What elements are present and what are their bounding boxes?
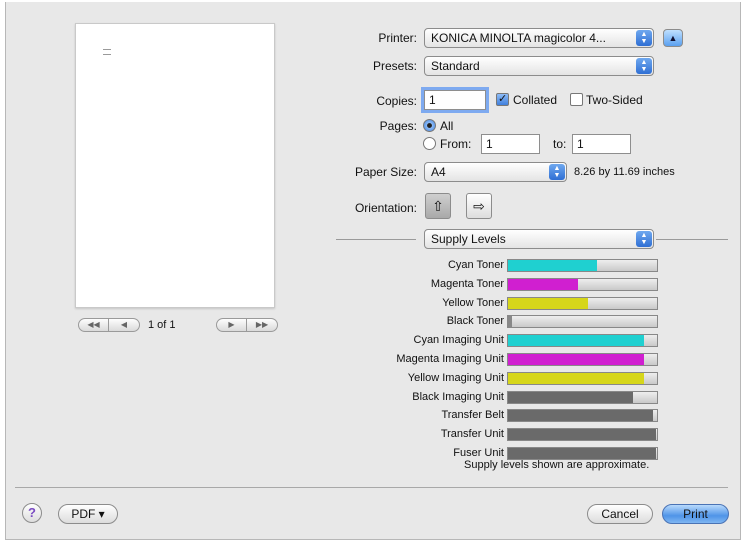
printer-popup[interactable]: KONICA MINOLTA magicolor 4... ▲ ▼ — [424, 28, 654, 48]
collated-label: Collated — [513, 93, 558, 107]
print-preview — [75, 23, 275, 308]
paper-size-label: Paper Size: — [354, 165, 417, 179]
print-button[interactable]: Print — [662, 504, 729, 524]
supply-level-fill — [508, 316, 513, 328]
supply-label: Fuser Unit — [453, 447, 504, 459]
supply-label: Cyan Toner — [447, 259, 504, 271]
collated-checkbox[interactable] — [496, 92, 509, 106]
paper-dimensions: 8.26 by 11.69 inches — [574, 166, 675, 178]
popup-arrows-icon: ▲ ▼ — [636, 231, 652, 247]
divider-right — [656, 239, 728, 240]
pages-from-field[interactable]: 1 — [481, 134, 540, 154]
orientation-label: Orientation: — [354, 201, 417, 215]
divider-left — [336, 239, 416, 240]
popup-arrows-icon: ▲ ▼ — [549, 164, 565, 180]
supply-level-fill — [508, 391, 634, 403]
pdf-button[interactable]: PDF ▾ — [58, 504, 118, 524]
supply-level-bar — [507, 296, 658, 310]
supply-label: Magenta Imaging Unit — [396, 353, 504, 365]
portrait-orientation-icon[interactable]: ⇧ — [425, 193, 451, 219]
supply-level-fill — [508, 335, 644, 347]
paper-size-popup[interactable]: A4 ▲ ▼ — [424, 162, 567, 182]
pages-all-label: All — [440, 119, 454, 133]
supply-label: Transfer Unit — [440, 428, 504, 441]
supply-label: Yellow Toner — [442, 296, 504, 309]
presets-popup[interactable]: Standard ▲ ▼ — [424, 56, 654, 76]
supply-label: Cyan Imaging Unit — [413, 334, 505, 347]
page-count: 1 of 1 — [148, 319, 176, 331]
supply-level-fill — [508, 410, 653, 422]
supply-level-fill — [508, 354, 644, 365]
panel-select-value: Supply Levels — [431, 232, 506, 246]
help-icon[interactable]: ? — [22, 503, 42, 523]
supply-level-bar — [507, 334, 658, 348]
printer-value: KONICA MINOLTA magicolor 4... — [431, 31, 606, 45]
two-sided-label: Two-Sided — [586, 93, 643, 107]
supply-level-fill — [508, 372, 644, 384]
disclosure-triangle-icon[interactable]: ▲ — [663, 29, 683, 47]
supply-level-fill — [508, 260, 598, 271]
copies-field[interactable]: 1 — [424, 90, 486, 110]
supply-level-bar — [507, 277, 658, 291]
supply-level-bar — [507, 409, 658, 423]
supply-level-bar — [507, 259, 658, 272]
pages-to-label: to: — [553, 137, 567, 151]
pages-from-label: From: — [440, 137, 472, 151]
copies-label: Copies: — [376, 94, 417, 108]
previous-page-button[interactable]: ◀ — [109, 318, 140, 332]
presets-label: Presets: — [372, 59, 417, 73]
supply-level-fill — [508, 448, 656, 459]
preview-page-content — [103, 49, 111, 55]
supply-label: Black Toner — [446, 315, 504, 328]
last-page-button[interactable]: ▶▶ — [247, 318, 278, 332]
supply-label: Black Imaging Unit — [412, 390, 504, 403]
two-sided-checkbox[interactable] — [570, 93, 583, 106]
pages-label: Pages: — [379, 119, 417, 133]
supply-level-fill — [508, 278, 579, 290]
presets-value: Standard — [431, 59, 480, 73]
supply-footnote: Supply levels shown are approximate. — [464, 459, 650, 471]
landscape-orientation-icon[interactable]: ⇨ — [466, 193, 492, 219]
pages-to-field[interactable]: 1 — [572, 134, 631, 154]
panel-select-popup[interactable]: Supply Levels ▲ ▼ — [424, 229, 654, 249]
supply-label: Transfer Belt — [441, 409, 504, 422]
printer-label: Printer: — [378, 31, 417, 45]
pages-all-radio[interactable] — [423, 119, 436, 132]
popup-arrows-icon: ▲ ▼ — [636, 30, 652, 46]
next-page-button[interactable]: ▶ — [216, 318, 247, 332]
supply-level-bar — [507, 428, 658, 442]
preview-nav-forward: ▶ ▶▶ — [216, 318, 278, 332]
pages-from-radio[interactable] — [423, 137, 436, 150]
supply-label: Magenta Toner — [430, 277, 504, 290]
supply-label: Yellow Imaging Unit — [407, 371, 504, 384]
paper-size-value: A4 — [431, 165, 446, 179]
supply-level-bar — [507, 371, 658, 385]
supply-level-bar — [507, 315, 658, 329]
supply-level-bar — [507, 390, 658, 404]
cancel-button[interactable]: Cancel — [587, 504, 653, 524]
preview-nav-back: ◀◀ ◀ — [78, 318, 140, 332]
bottom-divider — [15, 487, 728, 488]
supply-level-bar — [507, 353, 658, 366]
supply-level-fill — [508, 297, 589, 309]
supply-level-fill — [508, 429, 656, 441]
popup-arrows-icon: ▲ ▼ — [636, 58, 652, 74]
first-page-button[interactable]: ◀◀ — [78, 318, 109, 332]
